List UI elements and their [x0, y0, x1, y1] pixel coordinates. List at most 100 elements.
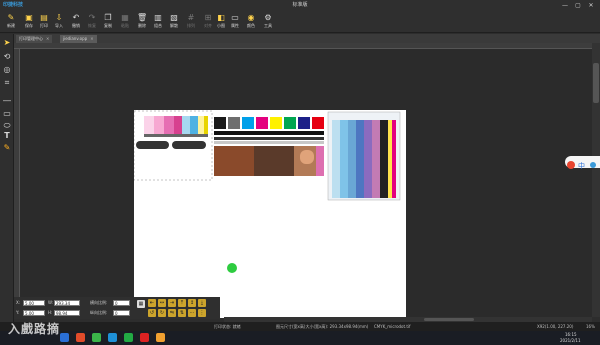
crop-icon[interactable]: ⌗ [2, 78, 12, 88]
taskbar-app-icon[interactable] [108, 333, 117, 342]
taskbar-app-icon[interactable] [124, 333, 133, 342]
property-label: 属性 [231, 23, 239, 28]
h-field[interactable]: 98.94 [54, 310, 80, 316]
flip-h-icon[interactable]: ⇋ [168, 309, 176, 317]
logo-badge-1 [136, 141, 169, 149]
x-label: X: [16, 300, 21, 305]
delete-button[interactable]: 🗑 删除 [134, 12, 150, 32]
align-middle-icon[interactable]: ↕ [188, 299, 196, 307]
left-toolbox: ➤ ⟲ ◎ ⌗ ― ▭ ⬭ T ✎ [0, 34, 14, 334]
taskbar-app-icon[interactable] [76, 333, 85, 342]
group-label: 组合 [154, 23, 162, 28]
color-label: 颜色 [247, 23, 255, 28]
color-wedge-strip [144, 116, 208, 137]
undo-button[interactable]: ↶ 撤销 [68, 12, 84, 32]
close-button[interactable]: ✕ [586, 1, 596, 10]
print-status: 打印状态: 就绪 [214, 324, 241, 329]
paste-button[interactable]: ▦ 粘贴 [117, 12, 133, 32]
redo-button[interactable]: ↷ 恢复 [84, 12, 100, 32]
paste-icon: ▦ [121, 13, 129, 22]
text-tool-icon[interactable]: T [2, 131, 12, 141]
maximize-button[interactable]: ▢ [573, 1, 583, 10]
size-info: 图元尺寸(宽x高)大小(宽x高): 293.34x98.94(mm) [276, 324, 369, 329]
group-icon: ▥ [154, 13, 162, 22]
color-button[interactable]: ◉ 颜色 [243, 12, 259, 32]
select-icon[interactable]: ➤ [2, 38, 12, 48]
tab-print-center-label: 打印管理中心 [19, 36, 43, 41]
preview-button[interactable]: ⚙ 工具 [260, 12, 276, 32]
main-toolbar: ✎ 新建 ▣ 保存 ▤ 打印 ⇩ 导入 ↶ 撤销 ↷ 恢复 ❐ 复制 ▦ 粘贴 [0, 11, 600, 33]
tab-print-center[interactable]: 打印管理中心 ✕ [16, 35, 53, 43]
property-panel: X: 5.00 W: 293.34 横向比例: 0 Y: 5.00 H: 98.… [14, 297, 134, 319]
save-label: 保存 [25, 23, 33, 28]
close-tab-icon[interactable]: ✕ [46, 36, 49, 41]
horizontal-scroll-thumb[interactable] [424, 318, 474, 321]
rotate-right-icon[interactable]: ↻ [158, 309, 166, 317]
align-grid-icon[interactable]: ▦ [137, 300, 145, 308]
ungroup-label: 解散 [170, 23, 178, 28]
ungroup-button[interactable]: ▧ 解散 [166, 12, 182, 32]
tab-document-label: jiedianv.opp [63, 36, 88, 41]
small-image-icon: ◧ [217, 13, 225, 22]
y-field[interactable]: 5.00 [23, 310, 45, 316]
align-bottom-icon[interactable]: ⤓ [198, 299, 206, 307]
align-left-icon[interactable]: ⇤ [148, 299, 156, 307]
new-button[interactable]: ✎ 新建 [3, 12, 19, 32]
flip-v-icon[interactable]: ⇅ [178, 309, 186, 317]
new-label: 新建 [7, 23, 15, 28]
import-button[interactable]: ⇩ 导入 [51, 12, 67, 32]
scale-y-field[interactable]: 0 [113, 310, 130, 316]
vertical-scroll-thumb[interactable] [593, 63, 599, 103]
line-tool-icon[interactable]: ― [2, 96, 12, 106]
watermark-text: 入戲路摘 [8, 322, 61, 336]
y-label: Y: [16, 310, 20, 315]
floating-ime-widget[interactable]: 中 [565, 156, 600, 170]
taskbar-app-icon[interactable] [92, 333, 101, 342]
save-button[interactable]: ▣ 保存 [21, 12, 37, 32]
new-file-icon: ✎ [7, 13, 15, 22]
w-label: W: [48, 300, 54, 305]
vertical-scrollbar[interactable] [592, 43, 600, 317]
w-field[interactable]: 293.34 [54, 300, 80, 306]
scale-y-label: 纵向比例: [90, 310, 108, 315]
distribute-v-icon[interactable]: ⋮ [198, 309, 206, 317]
page-sheet[interactable] [133, 110, 406, 318]
page-content [133, 110, 401, 273]
scale-x-label: 横向比例: [90, 300, 108, 305]
align-center-icon[interactable]: ↔ [158, 299, 166, 307]
rectangle-tool-icon[interactable]: ▭ [2, 109, 12, 119]
color-bar-row [214, 117, 324, 129]
file-name: CMYK_microdot.tif [374, 324, 411, 329]
scale-x-field[interactable]: 0 [113, 300, 130, 306]
rotate-icon[interactable]: ⟲ [2, 52, 12, 62]
save-icon: ▣ [25, 13, 33, 22]
color-icon: ◉ [247, 13, 255, 22]
print-button[interactable]: ▤ 打印 [36, 12, 52, 32]
ellipse-tool-icon[interactable]: ⬭ [2, 121, 12, 131]
design-canvas[interactable] [20, 49, 592, 318]
h-label: H: [48, 310, 53, 315]
copy-button[interactable]: ❐ 复制 [100, 12, 116, 32]
pen-tool-icon[interactable]: ✎ [2, 143, 12, 153]
circle-tool-icon[interactable]: ◎ [2, 65, 12, 75]
preview-icon: ⚙ [264, 13, 272, 22]
group-button[interactable]: ▥ 组合 [150, 12, 166, 32]
copy-label: 复制 [104, 23, 112, 28]
distribute-h-icon[interactable]: ⋯ [188, 309, 196, 317]
import-icon: ⇩ [55, 13, 63, 22]
tab-document[interactable]: jiedianv.opp ✕ [60, 35, 97, 43]
arrange-icon: # [187, 13, 195, 22]
taskbar-app-icon[interactable] [156, 333, 165, 342]
logo-badge-2 [172, 141, 206, 149]
align-right-icon[interactable]: ⇥ [168, 299, 176, 307]
status-bar: 打印状态: 就绪 图元尺寸(宽x高)大小(宽x高): 293.34x98.94(… [0, 322, 600, 331]
minimize-button[interactable]: — [560, 1, 570, 10]
taskbar-app-icon[interactable] [140, 333, 149, 342]
align-top-icon[interactable]: ⤒ [178, 299, 186, 307]
property-button[interactable]: ▭ 属性 [227, 12, 243, 32]
close-tab-icon[interactable]: ✕ [90, 36, 93, 41]
taskbar-app-icon[interactable] [60, 333, 69, 342]
x-field[interactable]: 5.00 [23, 300, 45, 306]
arrange-button[interactable]: # 排列 [183, 12, 199, 32]
rotate-left-icon[interactable]: ↺ [148, 309, 156, 317]
